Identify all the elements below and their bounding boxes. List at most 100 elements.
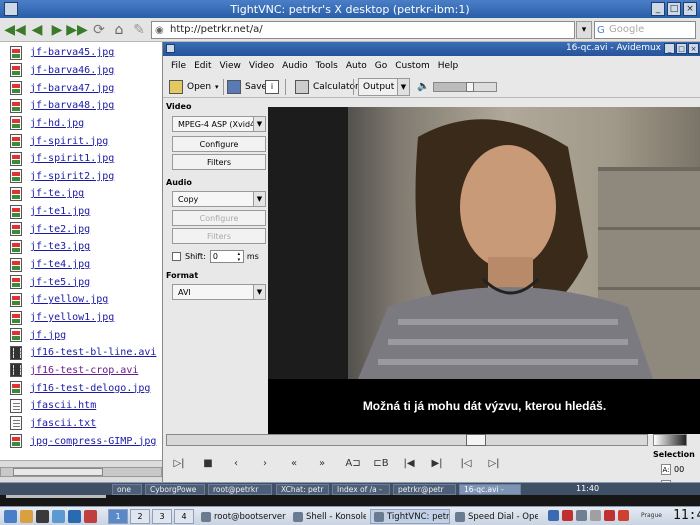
rewind-icon[interactable]: « — [286, 456, 302, 470]
minimize-icon[interactable]: _ — [664, 43, 675, 54]
file-link[interactable]: jf16-test-crop.avi — [30, 365, 138, 376]
task-button[interactable]: TightVNC: petrk — [370, 509, 450, 524]
desktop-4-button[interactable]: 4 — [174, 509, 194, 524]
chevron-down-icon[interactable]: ▼ — [253, 191, 266, 207]
fast-forward-icon[interactable]: » — [314, 456, 330, 470]
desktop-3-button[interactable]: 3 — [152, 509, 172, 524]
volume-slider[interactable] — [433, 82, 497, 92]
audio-filters-button[interactable]: Filters — [172, 228, 266, 244]
file-link[interactable]: jf-barva48.jpg — [30, 100, 114, 111]
scrollbar-thumb[interactable] — [13, 468, 103, 476]
file-link[interactable]: jfascii.htm — [30, 400, 96, 411]
menu-item[interactable]: Audio — [282, 61, 308, 71]
chevron-down-icon[interactable]: ▼ — [253, 284, 266, 300]
video-configure-button[interactable]: Configure — [172, 136, 266, 152]
video-filters-button[interactable]: Filters — [172, 154, 266, 170]
volume-tray-icon[interactable] — [590, 510, 601, 521]
go-to-end-icon[interactable]: ▶| — [429, 456, 445, 470]
globe-icon[interactable] — [68, 510, 81, 523]
file-link[interactable]: jf-te1.jpg — [30, 206, 90, 217]
maximize-icon[interactable]: □ — [676, 43, 687, 54]
local-clock[interactable]: 11:4 — [673, 508, 700, 523]
kde-menu-icon[interactable] — [4, 510, 17, 523]
task-button[interactable]: Speed Dial - Ope — [452, 509, 538, 524]
address-bar[interactable]: ◉ http://petrkr.net/a/ — [151, 21, 575, 39]
chevron-down-icon[interactable]: ▼ — [253, 116, 266, 132]
remote-task-button[interactable]: petrkr@petr — [393, 484, 456, 495]
audio-configure-button[interactable]: Configure — [172, 210, 266, 226]
calculator-button[interactable]: Calculator — [295, 78, 359, 96]
file-link[interactable]: jf16-test-bl-line.avi — [30, 347, 156, 358]
volume-thumb[interactable] — [466, 82, 475, 92]
info-button[interactable]: i — [265, 78, 279, 96]
file-link[interactable]: jf-spirit1.jpg — [30, 153, 114, 164]
set-marker-a-icon[interactable]: A⊐ — [343, 456, 363, 470]
go-to-start-icon[interactable]: |◀ — [401, 456, 417, 470]
previous-keyframe-icon[interactable]: |◁ — [458, 456, 474, 470]
stop-icon[interactable]: ■ — [200, 456, 216, 470]
avidemux-title-bar[interactable]: 16-qc.avi - Avidemux _ □ × — [163, 42, 700, 56]
save-button[interactable]: Save — [227, 78, 267, 96]
forward-icon[interactable]: ▶ — [48, 21, 66, 39]
video-codec-select[interactable]: MPEG-4 ASP (Xvid4) ▼ — [172, 116, 266, 132]
file-link[interactable]: jf-yellow.jpg — [30, 294, 108, 305]
address-dropdown-icon[interactable]: ▾ — [576, 21, 592, 39]
desktop-1-button[interactable]: 1 — [108, 509, 128, 524]
close-icon[interactable]: × — [683, 2, 697, 16]
file-link[interactable]: jf-barva45.jpg — [30, 47, 114, 58]
seek-slider[interactable] — [166, 434, 648, 446]
minimize-icon[interactable]: _ — [651, 2, 665, 16]
file-link[interactable]: jf-te4.jpg — [30, 259, 90, 270]
network-icon[interactable] — [576, 510, 587, 521]
shift-checkbox[interactable] — [172, 251, 181, 261]
play-filtered-icon[interactable]: ▷| — [171, 456, 187, 470]
file-link[interactable]: jf-barva46.jpg — [30, 65, 114, 76]
file-link[interactable]: jf-spirit2.jpg — [30, 171, 114, 182]
file-link[interactable]: jf-te5.jpg — [30, 277, 90, 288]
file-link[interactable]: jf-te2.jpg — [30, 224, 90, 235]
menu-item[interactable]: File — [171, 61, 186, 71]
remote-task-button[interactable]: XChat: petr — [276, 484, 329, 495]
keyboard-layout-icon[interactable] — [548, 510, 559, 521]
file-link[interactable]: jf-te.jpg — [30, 188, 84, 199]
next-keyframe-icon[interactable]: ▷| — [486, 456, 502, 470]
file-link[interactable]: jf-yellow1.jpg — [30, 312, 114, 323]
back-icon[interactable]: ◀ — [28, 21, 46, 39]
menu-item[interactable]: Auto — [346, 61, 367, 71]
home-folder-icon[interactable] — [20, 510, 33, 523]
app-menu-icon[interactable] — [166, 44, 175, 53]
remote-task-button[interactable]: CyborgPowe — [145, 484, 205, 495]
menu-item[interactable]: Tools — [316, 61, 338, 71]
terminal-icon[interactable] — [36, 510, 49, 523]
desktop-2-button[interactable]: 2 — [130, 509, 150, 524]
menu-item[interactable]: Help — [438, 61, 459, 71]
remote-task-button[interactable]: Index of /a - — [332, 484, 390, 495]
window-menu-icon[interactable] — [4, 2, 18, 16]
file-link[interactable]: jf16-test-delogo.jpg — [30, 383, 150, 394]
horizontal-scrollbar[interactable] — [0, 467, 162, 477]
audio-codec-select[interactable]: Copy ▼ — [172, 191, 266, 207]
next-frame-icon[interactable]: › — [257, 456, 273, 470]
menu-item[interactable]: Edit — [194, 61, 211, 71]
seek-thumb[interactable] — [466, 434, 486, 446]
update-icon[interactable] — [562, 510, 573, 521]
file-link[interactable]: jf-hd.jpg — [30, 118, 84, 129]
menu-item[interactable]: Video — [249, 61, 274, 71]
previous-frame-icon[interactable]: ‹ — [228, 456, 244, 470]
menu-item[interactable]: Custom — [395, 61, 429, 71]
remote-task-button[interactable]: one — [112, 484, 142, 495]
shift-spinbox[interactable]: 0 — [209, 249, 244, 263]
battery-icon[interactable] — [604, 510, 615, 521]
search-input[interactable]: G Google — [594, 21, 696, 39]
rewind-icon[interactable]: ◀◀ — [4, 21, 26, 39]
mail-icon[interactable] — [84, 510, 97, 523]
fast-forward-icon[interactable]: ▶▶ — [66, 21, 88, 39]
file-link[interactable]: jf-barva47.jpg — [30, 83, 114, 94]
menu-item[interactable]: View — [220, 61, 241, 71]
browser-icon[interactable] — [52, 510, 65, 523]
selection-a-label[interactable]: A: — [661, 464, 671, 475]
home-icon[interactable]: ⌂ — [110, 21, 128, 39]
file-link[interactable]: jfascii.txt — [30, 418, 96, 429]
vnc-title-bar[interactable]: TightVNC: petrkr's X desktop (petrkr-ibm… — [0, 0, 700, 18]
file-link[interactable]: jpg-compress-GIMP.jpg — [30, 436, 156, 447]
